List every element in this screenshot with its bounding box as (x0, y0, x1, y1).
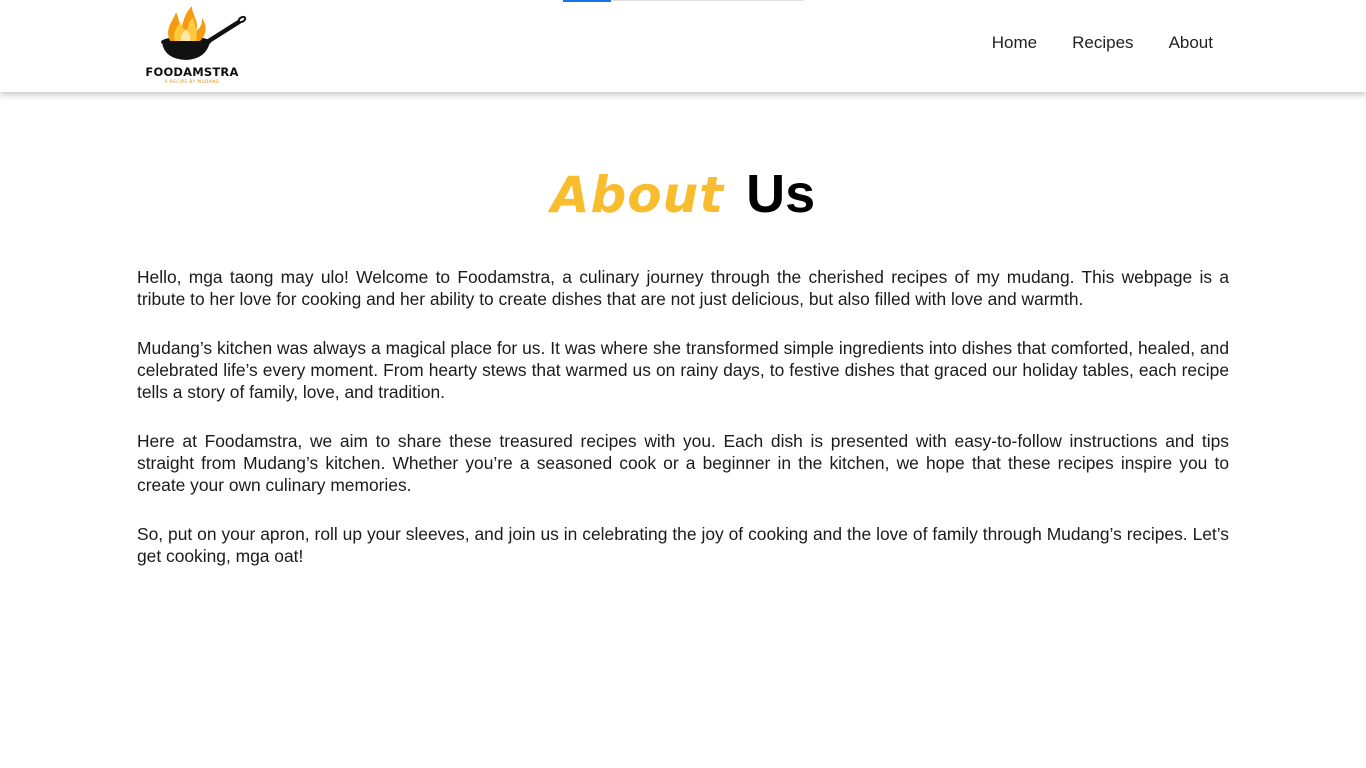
page-progress-fill (563, 0, 612, 2)
about-paragraph-kitchen: Mudang’s kitchen was always a magical pl… (137, 338, 1229, 402)
nav-about-link[interactable]: About (1169, 33, 1213, 53)
about-paragraph-mission: Here at Foodamstra, we aim to share thes… (137, 431, 1229, 495)
about-paragraph-intro: Hello, mga taong may ulo! Welcome to Foo… (137, 267, 1229, 309)
logo-tagline: A RECIPE BY MUDANG (164, 79, 220, 84)
page-title: About Us (0, 160, 1366, 235)
site-header: FOODAMSTRA A RECIPE BY MUDANG Home Recip… (0, 0, 1366, 92)
page-progress-bar (563, 0, 804, 2)
page-title-main: Us (746, 164, 816, 224)
logo-wordmark: FOODAMSTRA (145, 65, 239, 79)
nav-recipes-link[interactable]: Recipes (1072, 33, 1133, 53)
main-nav: Home Recipes About (992, 33, 1213, 53)
nav-home-link[interactable]: Home (992, 33, 1037, 53)
site-logo[interactable]: FOODAMSTRA A RECIPE BY MUDANG (134, 4, 250, 86)
about-paragraph-closing: So, put on your apron, roll up your slee… (137, 524, 1229, 566)
flame-pan-icon (161, 6, 247, 60)
page-title-accent: About (550, 166, 725, 224)
about-content: Hello, mga taong may ulo! Welcome to Foo… (137, 266, 1229, 594)
